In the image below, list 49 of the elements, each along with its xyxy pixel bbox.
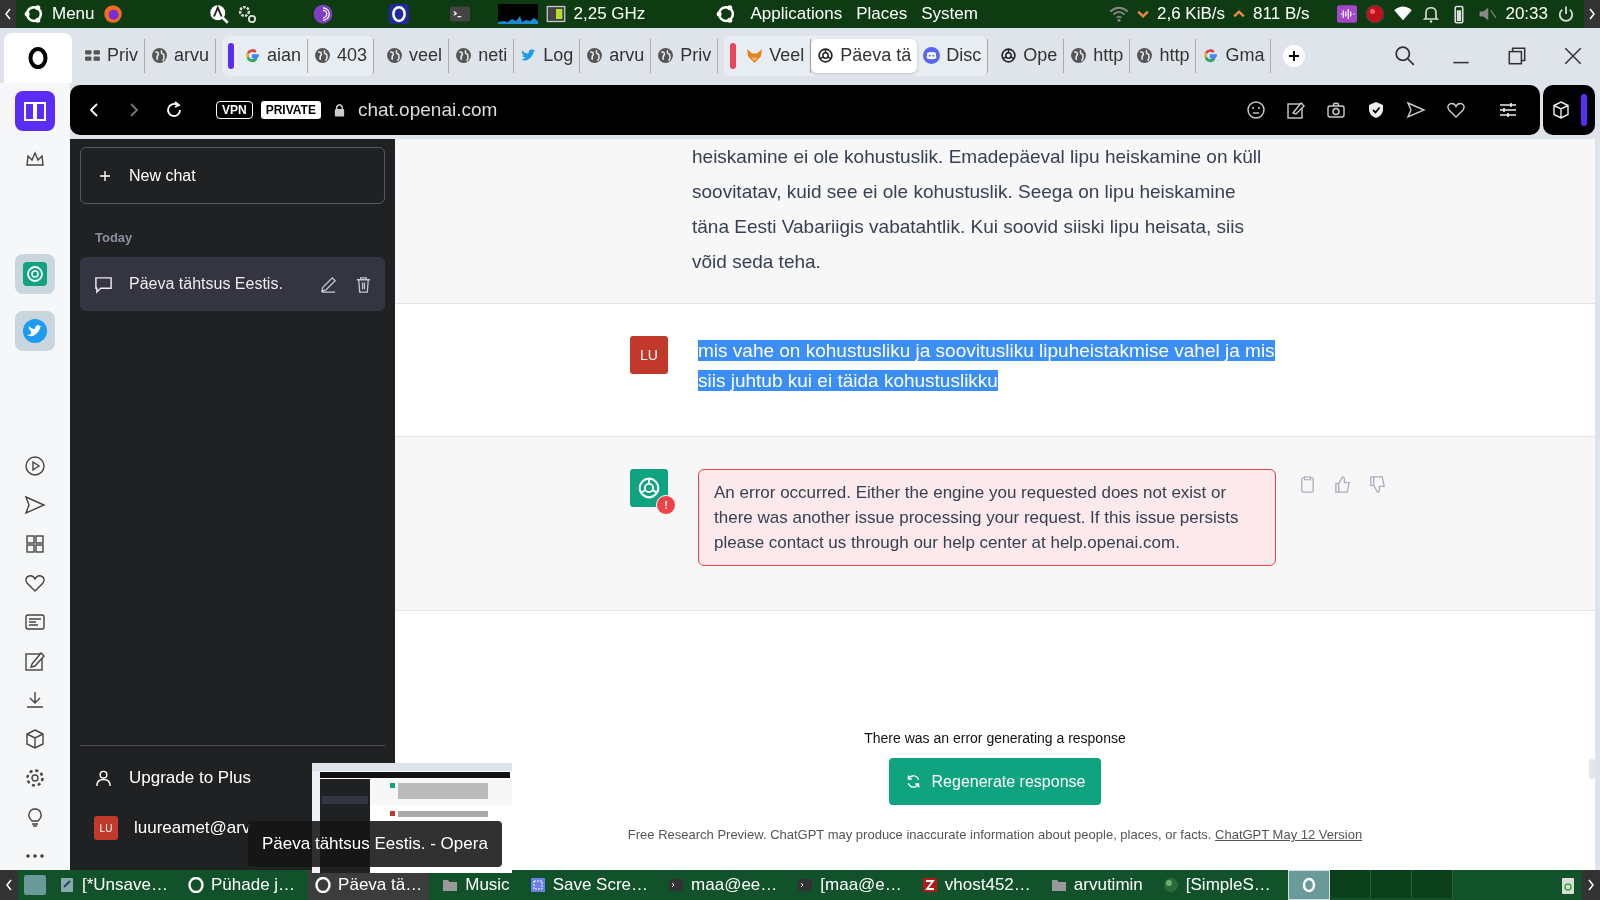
conversation-item[interactable]: Päeva tähtsus Eestis.: [80, 257, 385, 311]
browser-tab[interactable]: arvu: [580, 38, 652, 73]
cpu-frequency: 2,25 GHz: [573, 4, 646, 24]
disclaimer-text: Free Research Preview. ChatGPT may produce inaccurate information about people, places, or facts. ChatGPT May 12 Version: [627, 827, 1363, 842]
panel-menu[interactable]: Applications: [750, 4, 843, 24]
error-notice: There was an error generating a response: [864, 730, 1126, 746]
error-message: An error occurred. Either the engine you requested does not exist or there was another issue processing your request. If this issue persists please contact us through our help center at help.openai.com.: [698, 469, 1276, 566]
user-avatar: LU: [94, 816, 118, 840]
new-chat-button[interactable]: New chat: [80, 147, 385, 204]
url-field[interactable]: chat.openai.com: [357, 99, 498, 121]
error-badge: !: [656, 495, 676, 515]
window-tooltip: Päeva tähtsus Eestis. - Opera: [248, 821, 502, 867]
menu-button[interactable]: Menu: [52, 4, 95, 24]
upgrade-link[interactable]: Upgrade to Plus: [80, 764, 265, 792]
user-message: mis vahe on kohustusliku ja soovitusliku lipuheistakmise vahel ja mis siis juhtub kui ei täida kohustuslikku: [698, 339, 1276, 393]
panel-menu[interactable]: System: [921, 4, 978, 24]
vpn-badge[interactable]: VPN: [216, 101, 253, 119]
version-link[interactable]: ChatGPT May 12 Version: [1215, 827, 1363, 842]
browser-tab[interactable]: Gma: [1196, 38, 1272, 73]
user-avatar: LU: [630, 336, 668, 374]
browser-tab[interactable]: neti: [449, 38, 515, 73]
taskbar-item[interactable]: vhost452…: [914, 870, 1038, 900]
browser-tab[interactable]: arvu: [145, 38, 216, 73]
section-label: Today: [94, 229, 134, 247]
taskbar-item[interactable]: [maa@e…: [790, 870, 909, 900]
browser-tab[interactable]: Priv: [651, 38, 719, 73]
browser-tab[interactable]: Disc: [917, 38, 989, 73]
taskbar-item[interactable]: Save Scre…: [522, 870, 656, 900]
private-badge: PRIVATE: [260, 101, 321, 119]
browser-tab[interactable]: Päeva tä: [811, 38, 918, 73]
browser-tab[interactable]: http: [1064, 38, 1131, 73]
browser-tab[interactable]: veel: [380, 38, 450, 73]
browser-tab[interactable]: aian: [238, 38, 309, 73]
browser-tab[interactable]: http: [1130, 38, 1197, 73]
browser-tab[interactable]: 403: [308, 38, 375, 73]
taskbar-item[interactable]: Music: [435, 870, 517, 900]
download-speed: 2,6 KiB/s: [1157, 4, 1226, 24]
taskbar-item[interactable]: [SimpleS…: [1155, 870, 1278, 900]
taskbar-item[interactable]: arvutimin: [1043, 870, 1150, 900]
taskbar-item[interactable]: Pühade j…: [181, 870, 303, 900]
panel-menu[interactable]: Places: [856, 4, 908, 24]
browser-tab[interactable]: Priv: [78, 38, 145, 73]
taskbar-item[interactable]: maa@ee…: [661, 870, 785, 900]
clock[interactable]: 20:33: [1505, 4, 1548, 24]
browser-tab[interactable]: Ope: [994, 38, 1065, 73]
upload-speed: 811 B/s: [1253, 4, 1310, 24]
taskbar-item[interactable]: [*Unsave…: [52, 870, 175, 900]
browser-tab[interactable]: Log: [514, 38, 581, 73]
assistant-message: heiskamine ei ole kohustuslik. Emadepäeval lipu heiskamine on küll soovitatav, kuid see ei ole kohustuslik. Seega on lipu heiskamine täna Eesti Vabariigis vabatahtlik. Kui soovid siiski lipu heisata, siis võid seda teha.: [691, 145, 1263, 274]
